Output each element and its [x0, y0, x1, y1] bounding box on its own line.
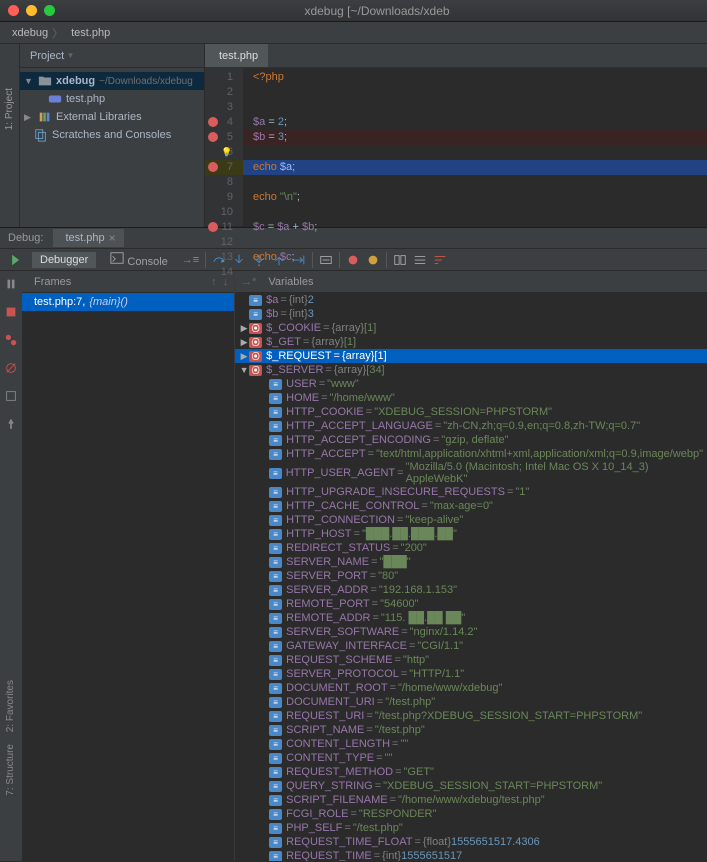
- chevron-down-icon[interactable]: ▾: [68, 50, 73, 61]
- project-tree: ▼ xdebug ~/Downloads/xdebug test.php ▶ E…: [20, 68, 204, 148]
- pin-icon[interactable]: [4, 417, 18, 431]
- titlebar: xdebug [~/Downloads/xdeb: [0, 0, 707, 22]
- variable-row[interactable]: ≡HTTP_USER_AGENT = "Mozilla/5.0 (Macinto…: [235, 461, 707, 485]
- variable-row[interactable]: ≡CONTENT_LENGTH = "": [235, 737, 707, 751]
- console-tab[interactable]: Console: [102, 249, 175, 270]
- variable-row[interactable]: ≡USER = "www": [235, 377, 707, 391]
- tree-root[interactable]: ▼ xdebug ~/Downloads/xdebug: [20, 72, 204, 90]
- variable-row[interactable]: ≡REQUEST_METHOD = "GET": [235, 765, 707, 779]
- breadcrumb-file[interactable]: test.php: [71, 27, 110, 39]
- pause-icon[interactable]: [4, 277, 18, 291]
- editor: test.php 1234567891011121314 <?php$a = 2…: [205, 44, 707, 227]
- variable-row[interactable]: ▶⦿$_COOKIE = {array} [1]: [235, 321, 707, 335]
- variable-row[interactable]: ▶⦿$_GET = {array} [1]: [235, 335, 707, 349]
- variable-row[interactable]: ≡SCRIPT_NAME = "/test.php": [235, 723, 707, 737]
- variable-row[interactable]: ≡REQUEST_SCHEME = "http": [235, 653, 707, 667]
- variable-row[interactable]: ≡SERVER_NAME = "███": [235, 555, 707, 569]
- debugger-tab[interactable]: Debugger: [32, 252, 96, 268]
- editor-gutter[interactable]: 1234567891011121314: [205, 68, 243, 226]
- editor-tab-strip: test.php: [205, 44, 707, 68]
- variables-tree[interactable]: ≡$a = {int} 2≡$b = {int} 3▶⦿$_COOKIE = {…: [235, 293, 707, 861]
- variable-row[interactable]: ≡HTTP_ACCEPT_ENCODING = "gzip, deflate": [235, 433, 707, 447]
- debug-label: Debug:: [8, 232, 43, 244]
- mute-icon[interactable]: [4, 361, 18, 375]
- variable-row[interactable]: ≡HTTP_ACCEPT = "text/html,application/xh…: [235, 447, 707, 461]
- close-icon[interactable]: ×: [109, 231, 116, 245]
- variable-row[interactable]: ≡$a = {int} 2: [235, 293, 707, 307]
- variable-row[interactable]: ≡REQUEST_TIME = {int} 1555651517: [235, 849, 707, 861]
- variable-row[interactable]: ≡HTTP_HOST = "███.██.███.██": [235, 527, 707, 541]
- code-area[interactable]: 1234567891011121314 <?php$a = 2;$b = 3;e…: [205, 68, 707, 226]
- editor-code[interactable]: <?php$a = 2;$b = 3;echo $a;echo "\n";$c …: [243, 68, 707, 226]
- favorites-tab[interactable]: 2: Favorites: [5, 680, 16, 732]
- close-window-icon[interactable]: [8, 5, 19, 16]
- variable-row[interactable]: ≡GATEWAY_INTERFACE = "CGI/1.1": [235, 639, 707, 653]
- variable-row[interactable]: ≡SERVER_SOFTWARE = "nginx/1.14.2": [235, 625, 707, 639]
- stop-icon[interactable]: [4, 305, 18, 319]
- variable-row[interactable]: ≡DOCUMENT_URI = "/test.php": [235, 695, 707, 709]
- variable-row[interactable]: ≡REMOTE_PORT = "54600": [235, 597, 707, 611]
- debug-session-tab[interactable]: test.php ×: [53, 229, 123, 247]
- variable-row[interactable]: ≡SERVER_PROTOCOL = "HTTP/1.1": [235, 667, 707, 681]
- variable-row[interactable]: ▼⦿$_SERVER = {array} [34]: [235, 363, 707, 377]
- variable-row[interactable]: ≡HTTP_ACCEPT_LANGUAGE = "zh-CN,zh;q=0.9,…: [235, 419, 707, 433]
- window-controls[interactable]: [8, 5, 55, 16]
- frames-header: Frames ↑ ↓: [22, 271, 234, 293]
- settings-side-icon[interactable]: [4, 389, 18, 403]
- variable-row[interactable]: ≡HTTP_CONNECTION = "keep-alive": [235, 513, 707, 527]
- variable-row[interactable]: ≡SERVER_PORT = "80": [235, 569, 707, 583]
- variable-row[interactable]: ≡$b = {int} 3: [235, 307, 707, 321]
- variable-row[interactable]: ≡PHP_SELF = "/test.php": [235, 821, 707, 835]
- frames-list: test.php:7, {main}(): [22, 293, 234, 861]
- resume-icon[interactable]: [6, 253, 20, 267]
- minimize-window-icon[interactable]: [26, 5, 37, 16]
- project-label[interactable]: Project: [30, 50, 64, 62]
- project-tool-tab[interactable]: 1: Project: [4, 84, 15, 134]
- zoom-window-icon[interactable]: [44, 5, 55, 16]
- variable-row[interactable]: ≡REDIRECT_STATUS = "200": [235, 541, 707, 555]
- variable-row[interactable]: ≡SCRIPT_FILENAME = "/home/www/xdebug/tes…: [235, 793, 707, 807]
- variable-row[interactable]: ≡QUERY_STRING = "XDEBUG_SESSION_START=PH…: [235, 779, 707, 793]
- breadcrumb-sep: 〉: [52, 25, 63, 41]
- variable-row[interactable]: ≡SERVER_ADDR = "192.168.1.153": [235, 583, 707, 597]
- window-title: xdebug [~/Downloads/xdeb: [55, 4, 699, 18]
- tree-scratches[interactable]: Scratches and Consoles: [20, 126, 204, 144]
- variables-panel: →* Variables ≡$a = {int} 2≡$b = {int} 3▶…: [235, 271, 707, 861]
- breadcrumb-project[interactable]: xdebug: [12, 27, 48, 39]
- stack-frame[interactable]: test.php:7, {main}(): [22, 293, 234, 311]
- tree-external-libs[interactable]: ▶ External Libraries: [20, 108, 204, 126]
- variable-row[interactable]: ▶⦿$_REQUEST = {array} [1]: [235, 349, 707, 363]
- library-icon: [38, 110, 52, 124]
- left-bottom-tool-strip: 2: Favorites 7: Structure: [0, 680, 20, 796]
- scratches-icon: [34, 128, 48, 142]
- variable-row[interactable]: ≡DOCUMENT_ROOT = "/home/www/xdebug": [235, 681, 707, 695]
- console-icon: [110, 251, 124, 265]
- variable-row[interactable]: ≡REQUEST_TIME_FLOAT = {float} 1555651517…: [235, 835, 707, 849]
- variable-row[interactable]: ≡CONTENT_TYPE = "": [235, 751, 707, 765]
- variable-row[interactable]: ≡REQUEST_URI = "/test.php?XDEBUG_SESSION…: [235, 709, 707, 723]
- view-breakpoints-icon[interactable]: [4, 333, 18, 347]
- variable-row[interactable]: ≡REMOTE_ADDR = "115. ██.██ ██": [235, 611, 707, 625]
- project-panel: Project ▾ ▼ xdebug ~/Downloads/xdebug te…: [20, 44, 205, 227]
- left-tool-strip: 1: Project: [0, 44, 20, 227]
- php-file-icon: [48, 92, 62, 106]
- folder-icon: [38, 74, 52, 88]
- project-panel-header: Project ▾: [20, 44, 204, 68]
- variable-row[interactable]: ≡FCGI_ROLE = "RESPONDER": [235, 807, 707, 821]
- variable-row[interactable]: ≡HOME = "/home/www": [235, 391, 707, 405]
- structure-tab[interactable]: 7: Structure: [5, 744, 16, 796]
- variable-row[interactable]: ≡HTTP_UPGRADE_INSECURE_REQUESTS = "1": [235, 485, 707, 499]
- editor-tab[interactable]: test.php: [205, 44, 268, 67]
- frames-panel: Frames ↑ ↓ test.php:7, {main}(): [22, 271, 234, 861]
- tree-file[interactable]: test.php: [20, 90, 204, 108]
- variable-row[interactable]: ≡HTTP_COOKIE = "XDEBUG_SESSION=PHPSTORM": [235, 405, 707, 419]
- variable-row[interactable]: ≡HTTP_CACHE_CONTROL = "max-age=0": [235, 499, 707, 513]
- breadcrumb: xdebug 〉 test.php: [0, 22, 707, 44]
